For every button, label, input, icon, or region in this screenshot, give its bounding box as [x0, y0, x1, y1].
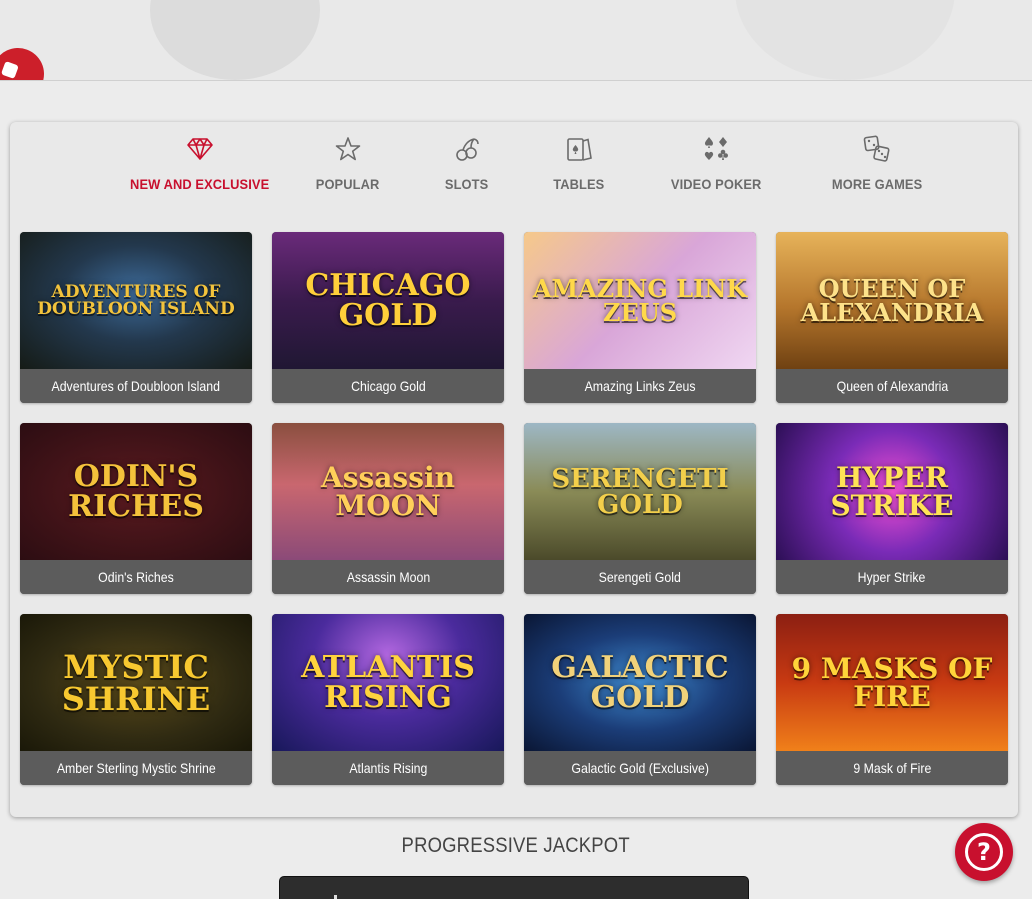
game-logo-text: ODIN'S RICHES: [68, 458, 204, 524]
tab-slots[interactable]: SLOTS: [443, 134, 490, 192]
game-title: Atlantis Rising: [272, 751, 504, 785]
game-card[interactable]: AMAZING LINK ZEUS Amazing Links Zeus: [524, 232, 756, 403]
tab-new-and-exclusive[interactable]: NEW AND EXCLUSIVE: [124, 134, 275, 192]
game-logo-text: MYSTIC SHRINE: [61, 647, 211, 718]
tab-label: VIDEO POKER: [670, 176, 762, 192]
game-thumbnail[interactable]: HYPER STRIKE: [776, 423, 1008, 560]
progressive-jackpot-heading: PROGRESSIVE JACKPOT: [401, 834, 631, 857]
help-button[interactable]: ?: [955, 823, 1013, 881]
hero-decor-shape: [150, 0, 320, 80]
game-title: Odin's Riches: [20, 560, 252, 594]
game-thumbnail[interactable]: MYSTIC SHRINE: [20, 614, 252, 751]
game-card[interactable]: ODIN'S RICHES Odin's Riches: [20, 423, 252, 594]
diamond-icon: [185, 134, 215, 164]
game-thumbnail[interactable]: ADVENTURES OF DOUBLOON ISLAND: [20, 232, 252, 369]
game-thumbnail[interactable]: 9 MASKS OF FIRE: [776, 614, 1008, 751]
cards-icon: [564, 134, 594, 164]
game-thumbnail[interactable]: CHICAGO GOLD: [272, 232, 504, 369]
game-logo-text: Assassin MOON: [321, 460, 455, 522]
game-title: Amber Sterling Mystic Shrine: [20, 751, 252, 785]
game-thumbnail[interactable]: ATLANTIS RISING: [272, 614, 504, 751]
game-logo-text: ADVENTURES OF DOUBLOON ISLAND: [37, 281, 235, 319]
game-thumbnail[interactable]: GALACTIC GOLD: [524, 614, 756, 751]
tab-label: TABLES: [553, 176, 605, 192]
game-card[interactable]: GALACTIC GOLD Galactic Gold (Exclusive): [524, 614, 756, 785]
game-title: Amazing Links Zeus: [524, 369, 756, 403]
game-logo-text: ATLANTIS RISING: [301, 649, 475, 715]
dice-decor-icon: [0, 40, 52, 80]
tab-popular[interactable]: POPULAR: [313, 134, 382, 192]
game-card[interactable]: 9 MASKS OF FIRE 9 Mask of Fire: [776, 614, 1008, 785]
game-title: Adventures of Doubloon Island: [20, 369, 252, 403]
game-card[interactable]: ADVENTURES OF DOUBLOON ISLAND Adventures…: [20, 232, 252, 403]
game-card[interactable]: QUEEN OF ALEXANDRIA Queen of Alexandria: [776, 232, 1008, 403]
game-title: Galactic Gold (Exclusive): [524, 751, 756, 785]
game-thumbnail[interactable]: QUEEN OF ALEXANDRIA: [776, 232, 1008, 369]
game-card[interactable]: CHICAGO GOLD Chicago Gold: [272, 232, 504, 403]
hero-banner: [0, 0, 1032, 81]
tab-label: MORE GAMES: [831, 176, 923, 192]
cherries-icon: [452, 134, 482, 164]
tab-label: SLOTS: [444, 176, 489, 192]
tab-more-games[interactable]: MORE GAMES: [828, 134, 926, 192]
game-title: Queen of Alexandria: [776, 369, 1008, 403]
dice-icon: [862, 134, 892, 164]
game-thumbnail[interactable]: SERENGETI GOLD: [524, 423, 756, 560]
game-thumbnail[interactable]: Assassin MOON: [272, 423, 504, 560]
game-logo-text: GALACTIC GOLD: [551, 649, 729, 715]
card-suits-icon: [701, 134, 731, 164]
category-tabs: NEW AND EXCLUSIVE POPULAR SLOTS TABLES V…: [10, 122, 1018, 212]
game-card[interactable]: MYSTIC SHRINE Amber Sterling Mystic Shri…: [20, 614, 252, 785]
game-title: Chicago Gold: [272, 369, 504, 403]
games-panel: NEW AND EXCLUSIVE POPULAR SLOTS TABLES V…: [10, 122, 1018, 817]
game-card[interactable]: SERENGETI GOLD Serengeti Gold: [524, 423, 756, 594]
game-thumbnail[interactable]: ODIN'S RICHES: [20, 423, 252, 560]
game-logo-text: CHICAGO GOLD: [305, 267, 471, 333]
ticker-glyph: [334, 895, 337, 899]
game-logo-text: AMAZING LINK ZEUS: [532, 273, 748, 327]
star-icon: [333, 134, 363, 164]
game-title: Assassin Moon: [272, 560, 504, 594]
game-card[interactable]: HYPER STRIKE Hyper Strike: [776, 423, 1008, 594]
game-thumbnail[interactable]: AMAZING LINK ZEUS: [524, 232, 756, 369]
game-logo-text: SERENGETI GOLD: [551, 463, 729, 520]
tab-label: NEW AND EXCLUSIVE: [130, 176, 270, 192]
help-icon: ?: [965, 833, 1003, 871]
game-logo-text: QUEEN OF ALEXANDRIA: [800, 273, 984, 327]
game-logo-text: 9 MASKS OF FIRE: [791, 651, 993, 713]
games-grid: ADVENTURES OF DOUBLOON ISLAND Adventures…: [20, 232, 1008, 785]
game-card[interactable]: ATLANTIS RISING Atlantis Rising: [272, 614, 504, 785]
hero-decor-shape: [735, 0, 955, 80]
game-card[interactable]: Assassin MOON Assassin Moon: [272, 423, 504, 594]
jackpot-ticker: [279, 876, 749, 899]
tab-label: POPULAR: [315, 176, 380, 192]
tab-video-poker[interactable]: VIDEO POKER: [667, 134, 765, 192]
game-logo-text: HYPER STRIKE: [830, 460, 954, 522]
game-title: Hyper Strike: [776, 560, 1008, 594]
game-title: Serengeti Gold: [524, 560, 756, 594]
game-title: 9 Mask of Fire: [776, 751, 1008, 785]
tab-tables[interactable]: TABLES: [551, 134, 607, 192]
